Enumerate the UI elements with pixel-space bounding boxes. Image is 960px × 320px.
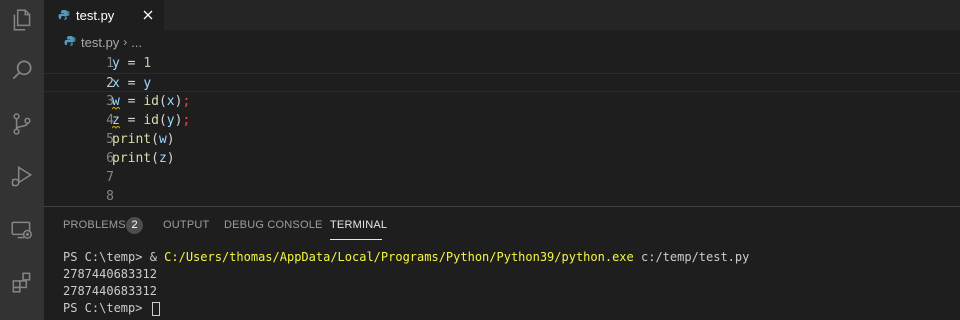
code-token: z <box>158 151 167 166</box>
line-number: 4 <box>106 113 114 128</box>
code-token: = <box>119 56 144 71</box>
code-token: id <box>143 94 159 109</box>
code-line[interactable]: 4z = id(y); <box>44 111 960 130</box>
code-line[interactable]: 7 <box>44 168 960 187</box>
code-token: ) <box>166 151 175 166</box>
code-text: print(w) <box>112 130 175 149</box>
line-number: 5 <box>106 132 114 147</box>
bottom-panel: PROBLEMS 2 OUTPUT DEBUG CONSOLE TERMINAL… <box>44 206 960 320</box>
code-text: w = id(x); <box>112 92 190 111</box>
warning-squiggle <box>112 107 120 110</box>
terminal-output-line: 2787440683312 <box>63 267 157 281</box>
problems-count-badge: 2 <box>126 217 143 234</box>
code-token: 1 <box>143 56 152 71</box>
code-token: x <box>112 76 120 91</box>
python-file-icon <box>58 6 70 25</box>
code-line[interactable]: 6 print(z) <box>44 149 960 168</box>
code-token: ) <box>166 132 175 147</box>
code-token: w <box>158 132 167 147</box>
breadcrumb-file[interactable]: test.py <box>81 35 119 50</box>
line-number: 7 <box>106 170 114 185</box>
breadcrumb: test.py › ... <box>44 30 960 54</box>
line-number: 8 <box>106 189 114 204</box>
terminal-command-path: C:/Users/thomas/AppData/Local/Programs/P… <box>164 250 634 264</box>
code-line[interactable]: 8 <box>44 187 960 206</box>
terminal-command-line: PS C:\temp> & C:/Users/thomas/AppData/Lo… <box>63 249 749 266</box>
terminal-prompt: PS C:\temp> <box>63 250 150 264</box>
activity-bar <box>0 0 44 320</box>
code-text: print(z) <box>112 149 175 168</box>
code-line[interactable]: 1y = 1 <box>44 54 960 73</box>
code-text: y = 1 <box>112 54 151 73</box>
code-token: ; <box>182 113 191 128</box>
search-icon[interactable] <box>0 50 44 90</box>
code-line[interactable]: 2x = y <box>44 73 960 92</box>
run-debug-icon[interactable] <box>0 156 44 196</box>
tab-problems[interactable]: PROBLEMS <box>63 219 126 231</box>
terminal-output[interactable]: PS C:\temp> & C:/Users/thomas/AppData/Lo… <box>63 249 749 317</box>
code-token: ( <box>151 151 159 166</box>
tab-output[interactable]: OUTPUT <box>163 219 209 231</box>
code-token: y <box>166 113 175 128</box>
code-token: y <box>143 76 152 91</box>
code-token: print <box>112 151 152 166</box>
close-icon[interactable] <box>140 7 156 23</box>
code-token: print <box>112 132 152 147</box>
code-token: x <box>166 94 175 109</box>
editor-tab-strip: test.py <box>44 0 960 30</box>
code-editor[interactable]: 1y = 12x = y3w = id(x); 4 z = id(y); 5 print… <box>44 54 960 206</box>
terminal-prompt: PS C:\temp> <box>63 301 150 315</box>
terminal-output-line: 2787440683312 <box>63 284 157 298</box>
code-line[interactable]: 5 print(w) <box>44 130 960 149</box>
code-token: = <box>119 113 144 128</box>
extensions-icon[interactable] <box>0 262 44 302</box>
line-number: 2 <box>106 76 114 91</box>
tab-test-py[interactable]: test.py <box>44 0 164 30</box>
code-token: z <box>112 113 120 129</box>
code-text: z = id(y); <box>112 111 190 130</box>
code-token: ( <box>158 113 167 128</box>
terminal-command-prefix: & <box>149 250 165 264</box>
code-token: ; <box>182 94 191 109</box>
code-text: x = y <box>112 74 151 93</box>
code-line[interactable]: 3w = id(x); <box>44 92 960 111</box>
warning-squiggle <box>112 126 120 129</box>
terminal-cursor <box>151 301 160 316</box>
breadcrumb-symbols[interactable]: ... <box>131 35 142 50</box>
remote-explorer-icon[interactable] <box>0 210 44 250</box>
code-token: ( <box>151 132 159 147</box>
files-icon[interactable] <box>0 0 44 40</box>
line-number: 1 <box>106 56 114 71</box>
tab-label: test.py <box>76 7 115 23</box>
tab-debug-console[interactable]: DEBUG CONSOLE <box>224 219 323 231</box>
line-number: 6 <box>106 151 114 166</box>
code-token: w <box>112 94 120 110</box>
panel-tabs: PROBLEMS 2 OUTPUT DEBUG CONSOLE TERMINAL <box>44 207 960 243</box>
source-control-icon[interactable] <box>0 104 44 144</box>
active-tab-indicator <box>330 239 382 240</box>
terminal-command-arg: c:/temp/test.py <box>633 250 750 264</box>
code-token: y <box>112 56 120 71</box>
tab-terminal[interactable]: TERMINAL <box>330 219 387 231</box>
terminal-prompt-line: PS C:\temp> <box>63 300 749 317</box>
code-token: = <box>119 94 144 109</box>
code-token: id <box>143 113 159 128</box>
code-token: ( <box>158 94 167 109</box>
code-token: = <box>119 76 144 91</box>
chevron-right-icon: › <box>123 35 128 49</box>
python-file-icon <box>64 35 76 50</box>
line-number: 3 <box>106 94 114 109</box>
